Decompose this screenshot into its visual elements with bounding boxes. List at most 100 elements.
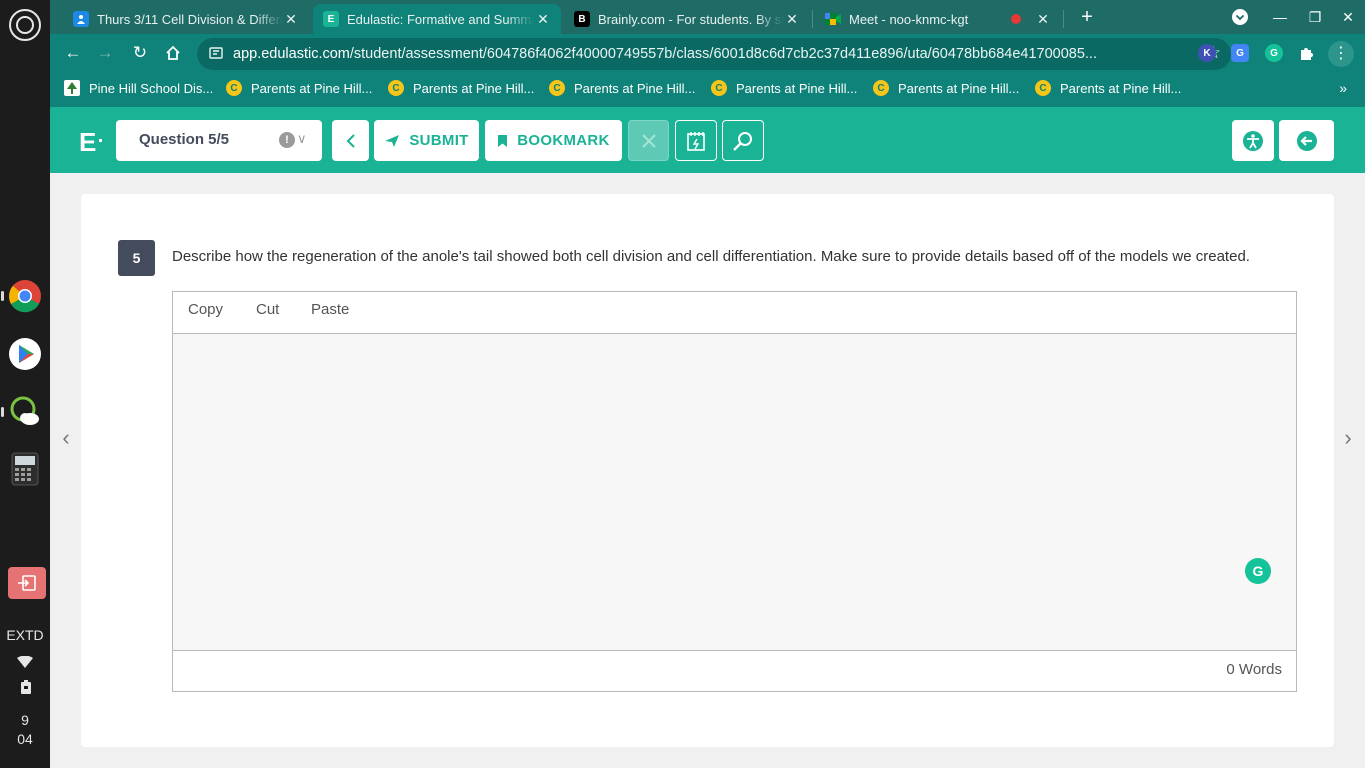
tab-title: Brainly.com - For students. By st <box>598 11 784 27</box>
parents-c-icon: C <box>226 80 242 96</box>
minimize-icon[interactable]: — <box>1269 6 1291 28</box>
forward-arrow-icon[interactable]: → <box>94 42 116 64</box>
accessibility-icon <box>1243 130 1263 151</box>
tab-title: Edulastic: Formative and Summa <box>347 11 535 27</box>
question-selector-label: Question 5/5 <box>139 131 230 148</box>
bookmarks-overflow-icon[interactable]: » <box>1339 80 1347 96</box>
bookmark-label: Parents at Pine Hill... <box>251 80 373 96</box>
next-page-chevron-icon[interactable]: › <box>1339 426 1357 450</box>
scratchpad-tool-button[interactable] <box>675 120 717 161</box>
send-icon <box>385 134 400 147</box>
copy-button[interactable]: Copy <box>188 301 223 318</box>
browser-toolbar: ← → ↻ app.edulastic.com/student/assessme… <box>50 34 1365 72</box>
bookmark-item[interactable]: C Parents at Pine Hill... <box>873 80 1019 96</box>
scratchpad-icon <box>687 131 705 151</box>
new-tab-plus-icon[interactable]: + <box>1076 6 1098 28</box>
tab-edulastic[interactable]: E Edulastic: Formative and Summa ✕ <box>313 4 561 34</box>
classroom-icon <box>73 11 89 27</box>
bookmark-label: Parents at Pine Hill... <box>1060 80 1182 96</box>
submit-button[interactable]: SUBMIT <box>374 120 479 161</box>
weather-app-icon[interactable] <box>8 395 42 429</box>
bookmark-button[interactable]: BOOKMARK <box>485 120 622 161</box>
k-extension-icon[interactable]: K <box>1198 44 1216 62</box>
magnifier-tool-button[interactable] <box>722 120 764 161</box>
tab-title: Thurs 3/11 Cell Division & Differe <box>97 11 283 27</box>
question-selector[interactable]: Question 5/5 ! ∨ <box>116 120 322 161</box>
site-info-icon[interactable] <box>209 46 223 60</box>
question-text: Describe how the regeneration of the ano… <box>172 248 1250 265</box>
tab-classroom[interactable]: Thurs 3/11 Cell Division & Differe ✕ <box>63 4 309 34</box>
close-window-icon[interactable]: ✕ <box>1337 6 1359 28</box>
question-number-badge: 5 <box>118 240 155 276</box>
bookmark-item[interactable]: Pine Hill School Dis... <box>64 80 213 96</box>
editor-toolbar: Copy Cut Paste <box>173 292 1296 334</box>
tab-close-icon[interactable]: ✕ <box>784 11 800 28</box>
running-indicator <box>1 291 4 301</box>
crossout-tool-button[interactable] <box>628 120 669 161</box>
restore-icon[interactable]: ❐ <box>1304 6 1326 28</box>
chevron-left-icon <box>346 133 355 148</box>
parents-c-icon: C <box>1035 80 1051 96</box>
address-bar[interactable]: app.edulastic.com/student/assessment/604… <box>197 38 1231 70</box>
close-icon <box>641 133 656 148</box>
chevron-down-icon: ∨ <box>297 131 307 146</box>
tab-brainly[interactable]: B Brainly.com - For students. By st ✕ <box>564 4 810 34</box>
tab-close-icon[interactable]: ✕ <box>535 11 551 28</box>
home-icon[interactable] <box>162 42 184 64</box>
bookmark-label: Pine Hill School Dis... <box>89 80 214 96</box>
previous-page-chevron-icon[interactable]: ‹ <box>57 426 75 450</box>
tree-icon <box>64 80 80 96</box>
accessibility-button[interactable] <box>1232 120 1274 161</box>
tab-separator <box>812 10 813 28</box>
extensions-puzzle-icon[interactable] <box>1298 44 1316 62</box>
bookmark-label: BOOKMARK <box>517 132 610 149</box>
essay-editor: Copy Cut Paste G 0 Words <box>172 291 1297 692</box>
tab-search-chevron-icon[interactable] <box>1229 6 1251 28</box>
url-text: app.edulastic.com/student/assessment/604… <box>233 46 1143 62</box>
parents-c-icon: C <box>873 80 889 96</box>
reload-icon[interactable]: ↻ <box>129 42 151 64</box>
bookmark-label: Parents at Pine Hill... <box>574 80 696 96</box>
url-host: app.edulastic.com <box>233 46 350 62</box>
tab-meet[interactable]: Meet - noo-knmc-kgt ✕ <box>815 4 1061 34</box>
bookmark-item[interactable]: C Parents at Pine Hill... <box>226 80 372 96</box>
bookmarks-bar: Pine Hill School Dis... C Parents at Pin… <box>50 72 1365 107</box>
bookmark-item[interactable]: C Parents at Pine Hill... <box>388 80 534 96</box>
word-count: 0 Words <box>1226 661 1282 678</box>
tab-separator <box>1063 10 1064 28</box>
tab-close-icon[interactable]: ✕ <box>283 11 299 28</box>
grammarly-icon[interactable]: G <box>1245 558 1271 584</box>
bookmark-item[interactable]: C Parents at Pine Hill... <box>549 80 695 96</box>
cut-button[interactable]: Cut <box>256 301 279 318</box>
exit-icon[interactable] <box>8 567 46 599</box>
launcher-icon[interactable] <box>9 9 41 41</box>
clock-hour: 9 <box>21 712 29 728</box>
back-arrow-icon[interactable]: ← <box>62 42 84 64</box>
paste-button[interactable]: Paste <box>311 301 349 318</box>
bookmark-label: Parents at Pine Hill... <box>413 80 535 96</box>
browser-menu-icon[interactable]: ⋮ <box>1328 41 1354 67</box>
translate-extension-icon[interactable]: G <box>1231 44 1249 62</box>
exit-arrow-icon <box>1296 130 1317 151</box>
bookmark-label: Parents at Pine Hill... <box>898 80 1020 96</box>
tab-close-icon[interactable]: ✕ <box>1035 11 1051 28</box>
clock-minute: 04 <box>17 731 33 747</box>
bookmark-item[interactable]: C Parents at Pine Hill... <box>711 80 857 96</box>
battery-icon <box>21 680 31 699</box>
url-path: /student/assessment/604786f4062f40000749… <box>349 46 1097 62</box>
logo-dot <box>99 139 102 142</box>
answer-textarea[interactable] <box>173 334 1296 650</box>
app-header: E Question 5/5 ! ∨ SUBMIT BOOKMARK <box>50 107 1365 173</box>
chrome-app-icon[interactable] <box>8 279 42 313</box>
search-icon <box>733 131 752 151</box>
exit-test-button[interactable] <box>1279 120 1334 161</box>
grammarly-extension-icon[interactable]: G <box>1265 44 1283 62</box>
bookmark-item[interactable]: C Parents at Pine Hill... <box>1035 80 1181 96</box>
calculator-app-icon[interactable] <box>8 452 42 486</box>
edulastic-icon: E <box>323 11 339 27</box>
play-store-icon[interactable] <box>8 337 42 371</box>
previous-question-button[interactable] <box>332 120 369 161</box>
clock[interactable]: 9 04 <box>0 711 50 749</box>
os-shelf: EXTD 9 04 <box>0 0 50 768</box>
brainly-icon: B <box>574 11 590 27</box>
